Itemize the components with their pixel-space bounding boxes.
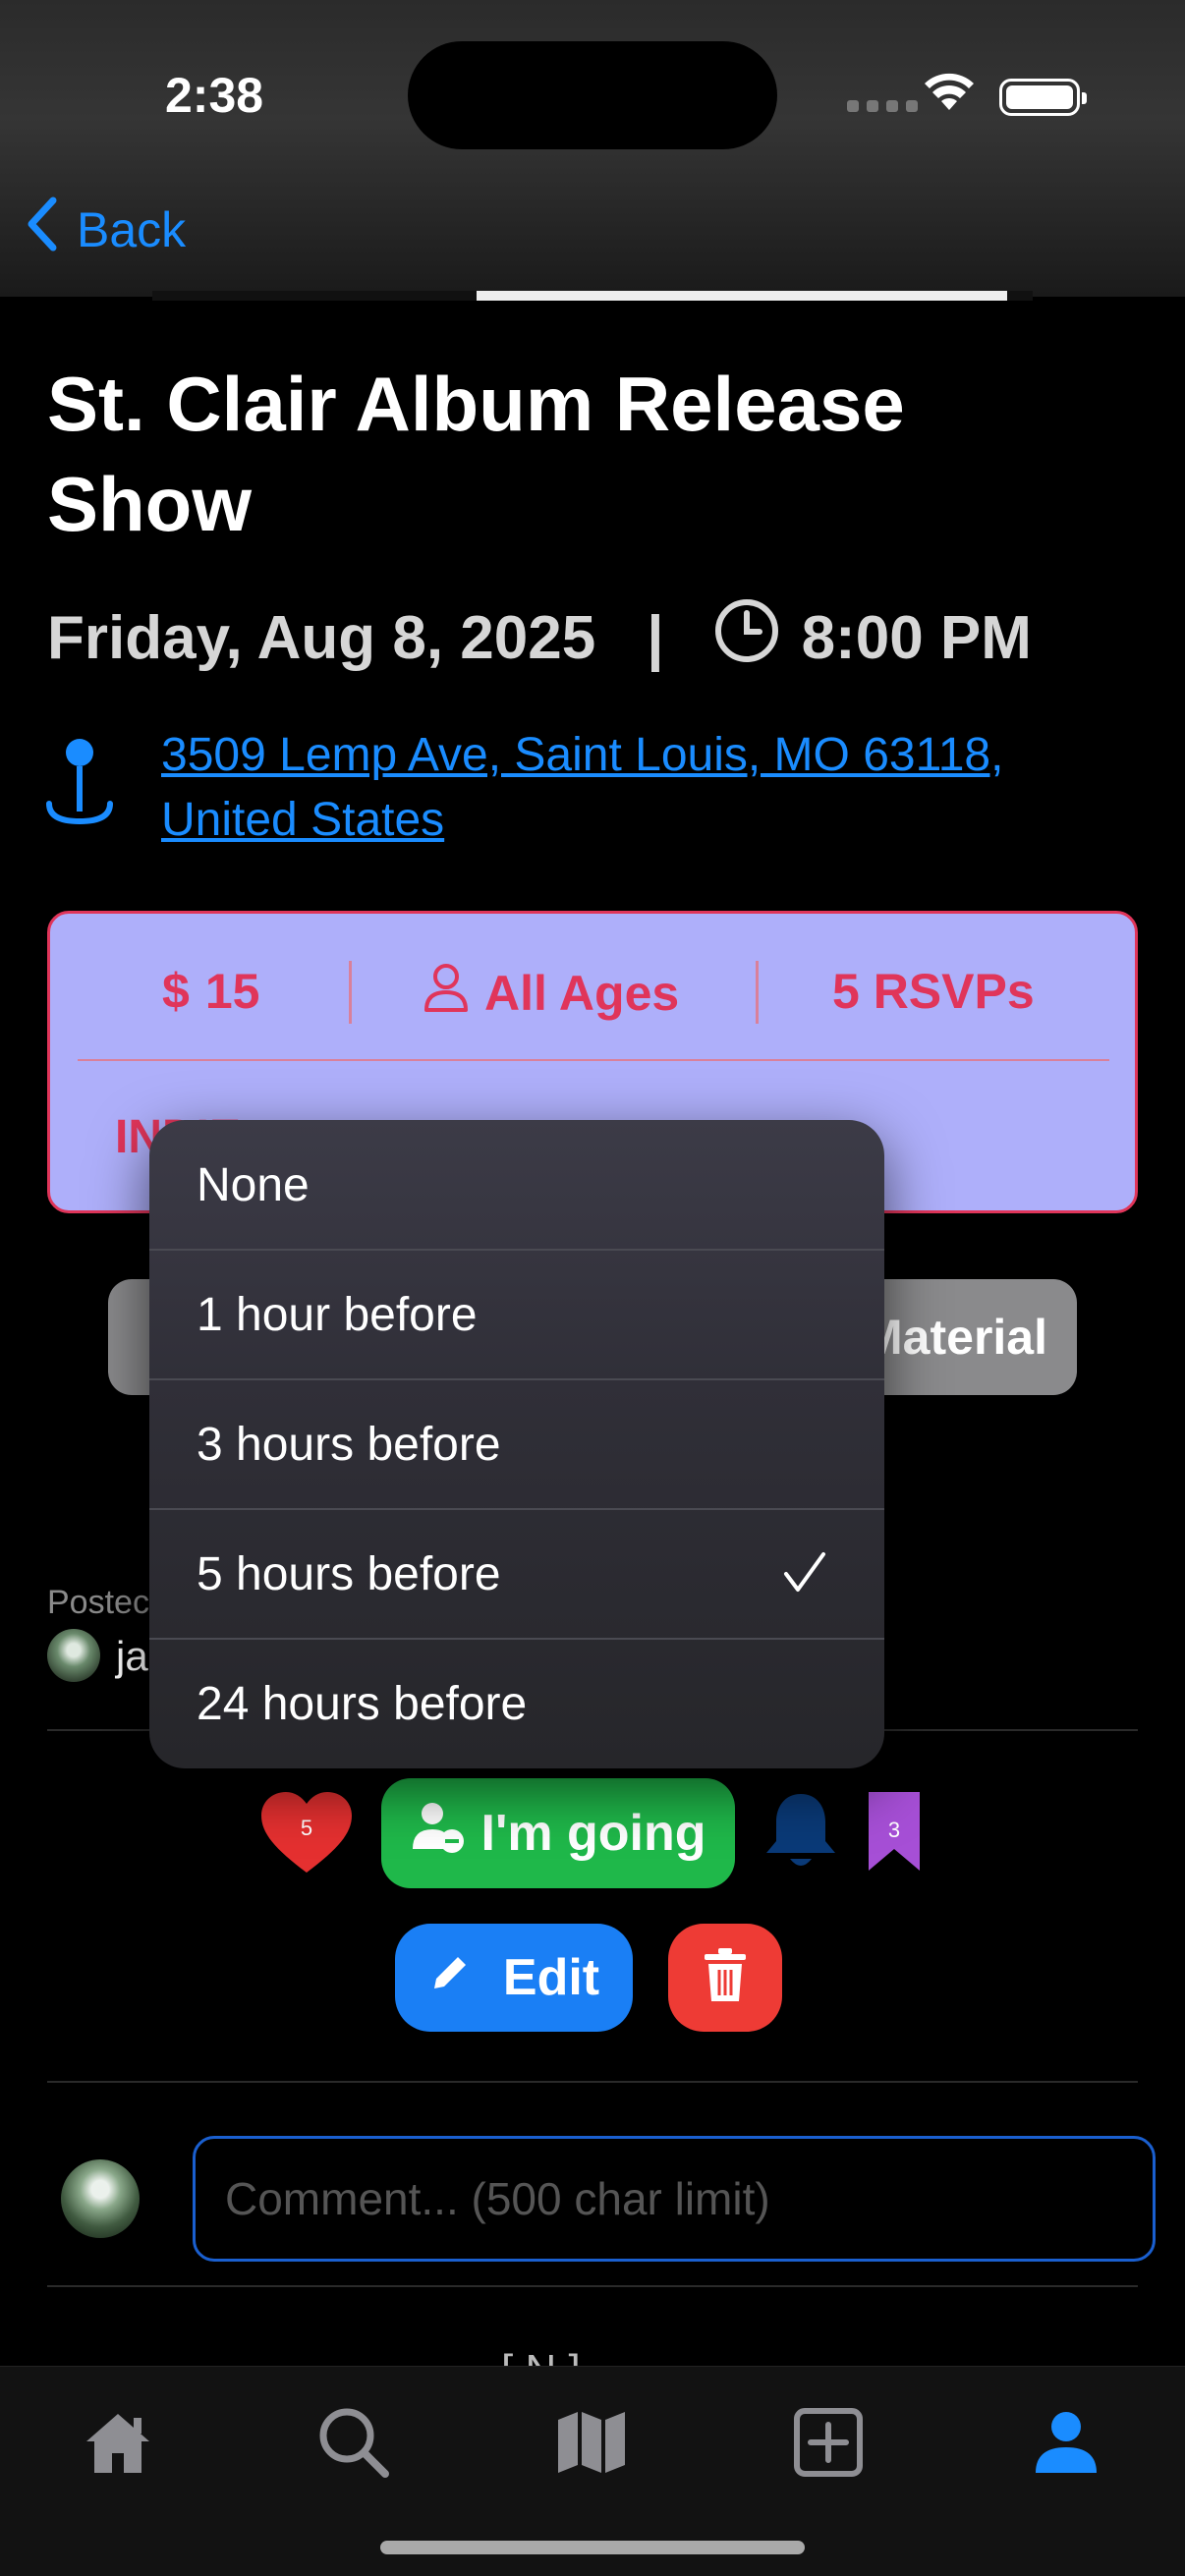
status-time: 2:38 (165, 68, 264, 123)
person-remove-icon (411, 1800, 466, 1868)
bookmark-button[interactable]: 3 (867, 1790, 922, 1873)
age-info: All Ages (423, 963, 679, 1024)
divider (349, 961, 352, 1024)
menu-option-1-hour[interactable]: 1 hour before (149, 1250, 884, 1379)
divider (78, 1059, 1109, 1061)
address-link[interactable]: 3509 Lemp Ave, Saint Louis, MO 63118, Un… (161, 723, 1144, 853)
bookmark-count: 3 (887, 1818, 901, 1842)
profile-icon (1034, 2410, 1099, 2480)
home-icon (83, 2410, 153, 2480)
search-icon (316, 2405, 391, 2485)
going-button[interactable]: I'm going (381, 1778, 735, 1888)
event-date: Friday, Aug 8, 2025 (47, 604, 596, 672)
tab-profile[interactable] (1027, 2405, 1105, 2484)
bookmark-icon (867, 1792, 922, 1876)
divider (756, 961, 759, 1024)
date-separator: | (647, 604, 664, 672)
pencil-icon (428, 1948, 472, 2007)
event-location[interactable]: 3509 Lemp Ave, Saint Louis, MO 63118, Un… (43, 723, 1144, 853)
like-button[interactable]: 5 (259, 1790, 354, 1876)
clock-icon (713, 597, 780, 679)
reminder-menu: None 1 hour before 3 hours before 5 hour… (149, 1120, 884, 1768)
tab-home[interactable] (79, 2405, 157, 2484)
event-time: 8:00 PM (801, 604, 1032, 672)
like-count: 5 (300, 1816, 313, 1840)
map-icon (554, 2408, 629, 2482)
wifi-icon (924, 71, 975, 117)
menu-option-label: 5 hours before (197, 1547, 501, 1600)
menu-option-label: 1 hour before (197, 1288, 478, 1341)
divider (47, 2285, 1138, 2287)
cellular-signal-icon (847, 100, 918, 112)
tab-map[interactable] (552, 2405, 631, 2484)
trash-icon (703, 1947, 748, 2008)
edit-button[interactable]: Edit (395, 1924, 633, 2032)
map-pin-icon (43, 723, 116, 853)
heart-icon (259, 1792, 354, 1880)
menu-option-none[interactable]: None (149, 1120, 884, 1250)
rsvp-count: 5 RSVPs (832, 964, 1035, 1019)
delete-button[interactable] (668, 1924, 782, 2032)
dollar-icon: $ (162, 964, 190, 1019)
price-value: 15 (204, 964, 260, 1019)
event-datetime: Friday, Aug 8, 2025 | 8:00 PM (47, 597, 1032, 679)
event-title: St. Clair Album Release Show (47, 361, 905, 547)
tab-search[interactable] (314, 2405, 393, 2484)
posted-by-label: Postec (47, 1584, 149, 1621)
menu-option-24-hours[interactable]: 24 hours before (149, 1639, 884, 1768)
bell-icon[interactable] (762, 1790, 839, 1879)
person-icon (423, 963, 469, 1024)
chevron-left-icon (26, 196, 59, 263)
back-button[interactable]: Back (26, 196, 186, 263)
menu-option-label: 3 hours before (197, 1418, 501, 1471)
home-indicator (380, 2541, 805, 2554)
checkmark-icon (782, 1550, 827, 1607)
avatar (61, 2159, 140, 2238)
banner-image-edge (152, 291, 1033, 301)
menu-option-5-hours[interactable]: 5 hours before (149, 1509, 884, 1639)
age-value: All Ages (484, 966, 680, 1021)
comments-empty-label: [ N ] (501, 2346, 581, 2368)
menu-option-3-hours[interactable]: 3 hours before (149, 1379, 884, 1509)
price-info: $ 15 (162, 963, 259, 1020)
edit-label: Edit (502, 1949, 600, 2006)
dynamic-island (408, 41, 777, 149)
divider (47, 2081, 1138, 2083)
battery-icon (999, 79, 1087, 116)
add-square-icon (793, 2407, 864, 2483)
comment-input[interactable] (193, 2136, 1156, 2262)
poster-name[interactable]: ja (116, 1633, 148, 1680)
tab-create[interactable] (789, 2405, 868, 2484)
back-label: Back (77, 202, 187, 257)
menu-option-label: None (197, 1158, 310, 1211)
avatar[interactable] (47, 1629, 100, 1682)
going-label: I'm going (480, 1805, 706, 1862)
menu-option-label: 24 hours before (197, 1677, 528, 1730)
